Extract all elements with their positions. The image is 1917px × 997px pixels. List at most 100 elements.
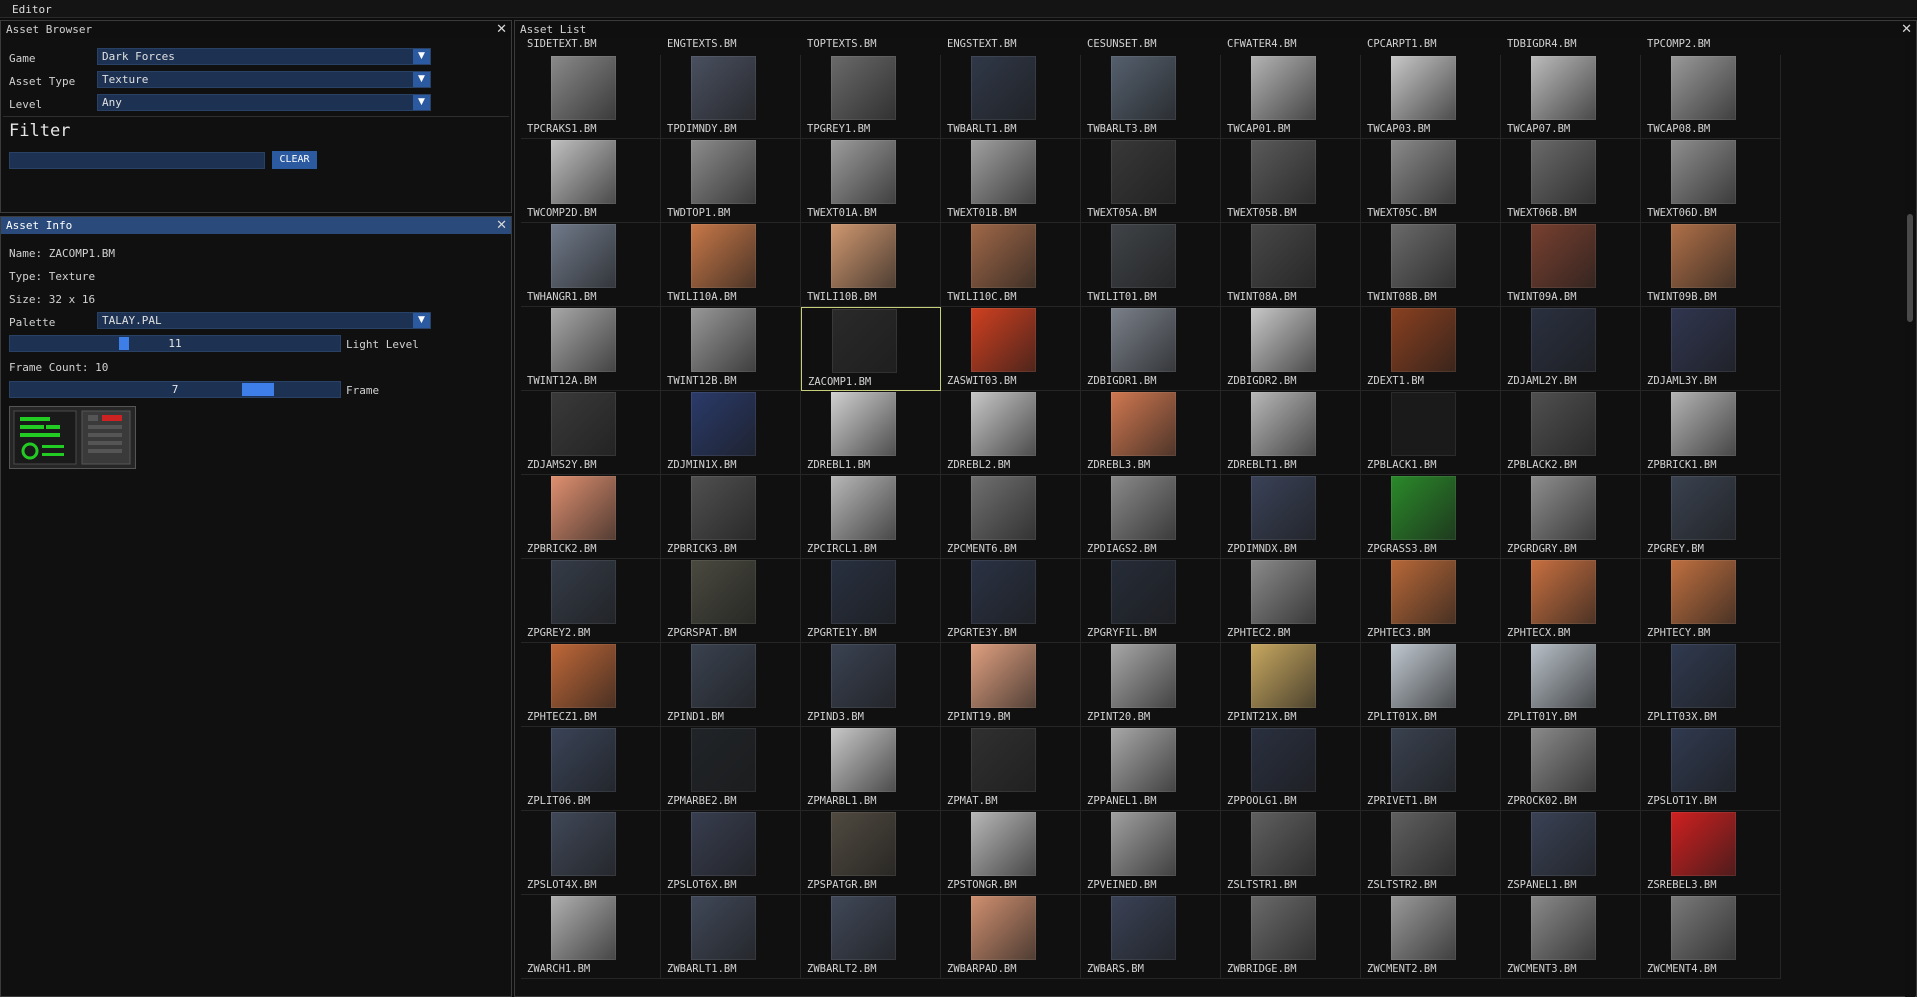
asset-item[interactable]: ZPINT21X.BM bbox=[1221, 643, 1361, 727]
asset-item[interactable]: ZDJMIN1X.BM bbox=[661, 391, 801, 475]
asset-item[interactable]: TWILI10A.BM bbox=[661, 223, 801, 307]
asset-item[interactable]: ZPIND3.BM bbox=[801, 643, 941, 727]
game-select[interactable]: Dark Forces ▼ bbox=[97, 48, 431, 65]
asset-type-select[interactable]: Texture ▼ bbox=[97, 71, 431, 88]
asset-item[interactable]: TWEXT01A.BM bbox=[801, 139, 941, 223]
close-icon[interactable]: ✕ bbox=[496, 22, 507, 37]
asset-item[interactable]: ZPGREY.BM bbox=[1641, 475, 1781, 559]
asset-item[interactable]: TWEXT05A.BM bbox=[1081, 139, 1221, 223]
asset-item[interactable]: ZSLTSTR2.BM bbox=[1361, 811, 1501, 895]
asset-item[interactable]: ZPHTEC3.BM bbox=[1361, 559, 1501, 643]
asset-item[interactable]: ZDEXT1.BM bbox=[1361, 307, 1501, 391]
asset-item[interactable]: ZPGRTE3Y.BM bbox=[941, 559, 1081, 643]
asset-item[interactable]: TWCOMP2D.BM bbox=[521, 139, 661, 223]
asset-item[interactable]: ZPCMENT6.BM bbox=[941, 475, 1081, 559]
asset-item[interactable]: ZPGRSPAT.BM bbox=[661, 559, 801, 643]
asset-item[interactable]: ZPSPATGR.BM bbox=[801, 811, 941, 895]
frame-slider[interactable]: 7 bbox=[9, 381, 341, 398]
asset-item[interactable]: ZDREBLT1.BM bbox=[1221, 391, 1361, 475]
close-icon[interactable]: ✕ bbox=[496, 218, 507, 233]
asset-item[interactable]: ZASWIT03.BM bbox=[941, 307, 1081, 391]
asset-item[interactable]: ZPSLOT6X.BM bbox=[661, 811, 801, 895]
asset-item[interactable]: TWILI10B.BM bbox=[801, 223, 941, 307]
asset-item[interactable]: ZPDIMNDX.BM bbox=[1221, 475, 1361, 559]
asset-item[interactable]: ZWBARPAD.BM bbox=[941, 895, 1081, 979]
asset-item[interactable]: ZSPANEL1.BM bbox=[1501, 811, 1641, 895]
asset-item[interactable]: ZPSLOT1Y.BM bbox=[1641, 727, 1781, 811]
asset-item[interactable]: ZPGRTE1Y.BM bbox=[801, 559, 941, 643]
asset-item[interactable]: ZWBRIDGE.BM bbox=[1221, 895, 1361, 979]
asset-item[interactable]: ZPSTONGR.BM bbox=[941, 811, 1081, 895]
asset-item[interactable]: ZWBARLT1.BM bbox=[661, 895, 801, 979]
asset-item[interactable]: ZPGRASS3.BM bbox=[1361, 475, 1501, 559]
asset-item[interactable]: TWCAP03.BM bbox=[1361, 55, 1501, 139]
asset-item[interactable]: ZPDIAGS2.BM bbox=[1081, 475, 1221, 559]
asset-item[interactable]: ZDJAMS2Y.BM bbox=[521, 391, 661, 475]
asset-item[interactable]: TPCRAKS1.BM bbox=[521, 55, 661, 139]
asset-item[interactable]: TWINT09B.BM bbox=[1641, 223, 1781, 307]
asset-item[interactable]: TWCAP07.BM bbox=[1501, 55, 1641, 139]
asset-item[interactable]: ZPIND1.BM bbox=[661, 643, 801, 727]
asset-item[interactable]: TWINT09A.BM bbox=[1501, 223, 1641, 307]
scrollbar-thumb[interactable] bbox=[1907, 214, 1913, 322]
asset-item[interactable]: ZWCMENT3.BM bbox=[1501, 895, 1641, 979]
asset-item[interactable]: TWILIT01.BM bbox=[1081, 223, 1221, 307]
asset-item[interactable]: ZPBLACK1.BM bbox=[1361, 391, 1501, 475]
asset-item[interactable]: ZWCMENT2.BM bbox=[1361, 895, 1501, 979]
asset-item[interactable]: TWEXT05C.BM bbox=[1361, 139, 1501, 223]
palette-select[interactable]: TALAY.PAL ▼ bbox=[97, 312, 431, 329]
asset-item[interactable]: ZPHTEC2.BM bbox=[1221, 559, 1361, 643]
chevron-down-icon[interactable]: ▼ bbox=[413, 49, 430, 64]
asset-item[interactable]: TWEXT05B.BM bbox=[1221, 139, 1361, 223]
asset-item[interactable]: ZPBRICK1.BM bbox=[1641, 391, 1781, 475]
asset-item[interactable]: ZWCMENT4.BM bbox=[1641, 895, 1781, 979]
asset-item[interactable]: TWCAP08.BM bbox=[1641, 55, 1781, 139]
asset-item[interactable]: ZPLIT06.BM bbox=[521, 727, 661, 811]
asset-item[interactable]: ZPHTECX.BM bbox=[1501, 559, 1641, 643]
asset-item[interactable]: ZWARCH1.BM bbox=[521, 895, 661, 979]
asset-item[interactable]: TWINT12A.BM bbox=[521, 307, 661, 391]
asset-item[interactable]: TWINT08A.BM bbox=[1221, 223, 1361, 307]
asset-item[interactable]: ZPCIRCL1.BM bbox=[801, 475, 941, 559]
asset-item[interactable]: TWINT12B.BM bbox=[661, 307, 801, 391]
asset-item[interactable]: TWEXT01B.BM bbox=[941, 139, 1081, 223]
asset-item[interactable]: ZPHTECZ1.BM bbox=[521, 643, 661, 727]
asset-item[interactable]: ZWBARS.BM bbox=[1081, 895, 1221, 979]
chevron-down-icon[interactable]: ▼ bbox=[413, 313, 430, 328]
asset-item[interactable]: ZPINT20.BM bbox=[1081, 643, 1221, 727]
filter-input[interactable] bbox=[9, 152, 265, 169]
vertical-scrollbar[interactable] bbox=[1905, 39, 1915, 997]
close-icon[interactable]: ✕ bbox=[1901, 22, 1912, 37]
asset-item[interactable]: ZPPANEL1.BM bbox=[1081, 727, 1221, 811]
asset-item[interactable]: ZPLIT01X.BM bbox=[1361, 643, 1501, 727]
asset-item[interactable]: TPGREY1.BM bbox=[801, 55, 941, 139]
asset-item[interactable]: ZPGRYFIL.BM bbox=[1081, 559, 1221, 643]
level-select[interactable]: Any ▼ bbox=[97, 94, 431, 111]
asset-item[interactable]: ZPBRICK2.BM bbox=[521, 475, 661, 559]
asset-item[interactable]: ZPLIT01Y.BM bbox=[1501, 643, 1641, 727]
asset-item[interactable]: TWBARLT3.BM bbox=[1081, 55, 1221, 139]
asset-item[interactable]: ZPBRICK3.BM bbox=[661, 475, 801, 559]
asset-item[interactable]: ZDBIGDR1.BM bbox=[1081, 307, 1221, 391]
asset-item[interactable]: ZSREBEL3.BM bbox=[1641, 811, 1781, 895]
asset-item[interactable]: ZDJAML3Y.BM bbox=[1641, 307, 1781, 391]
chevron-down-icon[interactable]: ▼ bbox=[413, 72, 430, 87]
asset-item[interactable]: ZPROCK02.BM bbox=[1501, 727, 1641, 811]
asset-item[interactable]: ZSLTSTR1.BM bbox=[1221, 811, 1361, 895]
asset-item[interactable]: ZPPOOLG1.BM bbox=[1221, 727, 1361, 811]
asset-item[interactable]: ZPLIT03X.BM bbox=[1641, 643, 1781, 727]
asset-item[interactable]: ZPGREY2.BM bbox=[521, 559, 661, 643]
chevron-down-icon[interactable]: ▼ bbox=[413, 95, 430, 110]
light-level-slider[interactable]: 11 bbox=[9, 335, 341, 352]
asset-item[interactable]: ZPMARBL1.BM bbox=[801, 727, 941, 811]
asset-item[interactable]: ZPRIVET1.BM bbox=[1361, 727, 1501, 811]
asset-item[interactable]: TWEXT06B.BM bbox=[1501, 139, 1641, 223]
asset-item[interactable]: ZDBIGDR2.BM bbox=[1221, 307, 1361, 391]
asset-item[interactable]: ZPBLACK2.BM bbox=[1501, 391, 1641, 475]
asset-item[interactable]: ZDREBL2.BM bbox=[941, 391, 1081, 475]
asset-item[interactable]: ZPINT19.BM bbox=[941, 643, 1081, 727]
asset-item[interactable]: ZPHTECY.BM bbox=[1641, 559, 1781, 643]
asset-item[interactable]: ZACOMP1.BM bbox=[801, 307, 941, 391]
asset-item[interactable]: ZPVEINED.BM bbox=[1081, 811, 1221, 895]
asset-item[interactable]: TWCAP01.BM bbox=[1221, 55, 1361, 139]
